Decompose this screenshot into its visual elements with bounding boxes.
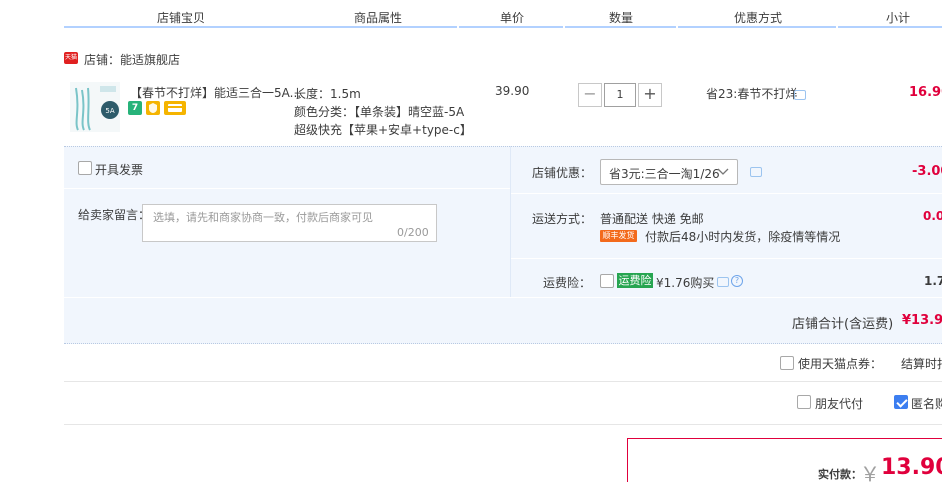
- points-note: 结算时扣: [901, 357, 942, 371]
- shipping-note: 付款后48小时内发货，除疫情等情况: [645, 230, 841, 244]
- shop-name-link[interactable]: 店铺：能适旗舰店: [84, 51, 180, 68]
- chat-icon[interactable]: [717, 277, 729, 287]
- insurance-tag: 运费险: [617, 273, 653, 288]
- panel-divider: [511, 258, 942, 259]
- message-placeholder: 选填，请先和商家协商一致，付款后商家可见: [153, 211, 373, 224]
- chat-icon[interactable]: [750, 167, 762, 177]
- header-underline: [565, 26, 676, 28]
- points-checkbox[interactable]: [780, 356, 794, 370]
- insurance-amount: 1.76: [924, 274, 942, 288]
- anonymous-checkbox[interactable]: [894, 395, 908, 409]
- anonymous-label: 匿名购买: [911, 397, 942, 411]
- panel-divider: [64, 188, 510, 189]
- panel-divider: [510, 146, 511, 297]
- help-icon[interactable]: ?: [731, 275, 743, 287]
- friend-pay-label: 朋友代付: [815, 397, 864, 411]
- header-attr: 商品属性: [354, 11, 403, 25]
- shop-discount-amount: -3.00: [912, 164, 942, 179]
- seven-day-return-icon: 7: [128, 101, 142, 115]
- header-item: 店铺宝贝: [157, 11, 206, 25]
- divider: [64, 424, 942, 425]
- header-qty: 数量: [609, 11, 634, 25]
- product-thumbnail[interactable]: 5A: [70, 82, 120, 132]
- header-price: 单价: [500, 11, 525, 25]
- shop-total-label: 店铺合计(含运费): [792, 317, 894, 332]
- sf-express-tag: 顺丰发货: [600, 230, 637, 242]
- payment-amount: 13.90: [881, 455, 942, 480]
- invoice-label: 开具发票: [95, 163, 144, 177]
- shipping-amount: 0.00: [923, 209, 942, 223]
- header-promo: 优惠方式: [734, 11, 783, 25]
- attr-color: 颜色分类：【单条装】晴空蓝-5A: [294, 105, 465, 119]
- header-underline: [459, 26, 563, 28]
- shop-discount-selected: 省3元:三合一淘1/26: [609, 167, 720, 181]
- seller-message-input[interactable]: 选填，请先和商家协商一致，付款后商家可见 0/200: [142, 204, 437, 242]
- attr-desc: 超级快充【苹果+安卓+type-c】: [294, 123, 472, 137]
- message-counter: 0/200: [397, 226, 429, 239]
- shipping-method: 普通配送 快递 免邮: [600, 212, 704, 226]
- divider: [64, 381, 942, 382]
- panel-divider: [64, 297, 942, 298]
- guarantee-icon: [146, 101, 160, 115]
- quantity-input[interactable]: 1: [604, 83, 636, 107]
- promo-text: 省23:春节不打烊: [706, 87, 798, 101]
- header-underline: [64, 26, 457, 28]
- item-subtotal: 16.90: [909, 85, 942, 100]
- currency-symbol: ￥: [860, 462, 880, 482]
- invoice-checkbox[interactable]: [78, 161, 92, 175]
- unit-price: 39.90: [495, 84, 530, 98]
- chevron-down-icon: [717, 168, 729, 175]
- increase-qty-button[interactable]: +: [638, 83, 662, 107]
- shipping-label: 运送方式：: [532, 212, 593, 226]
- attr-length: 长度：1.5m: [294, 87, 361, 101]
- chat-icon[interactable]: [794, 90, 806, 100]
- shop-discount-select[interactable]: 省3元:三合一淘1/26: [600, 159, 738, 185]
- shop-discount-label: 店铺优惠：: [532, 166, 593, 180]
- header-subtotal: 小计: [886, 11, 911, 25]
- friend-pay-checkbox[interactable]: [797, 395, 811, 409]
- tmall-icon: 天猫: [64, 52, 78, 64]
- insurance-checkbox[interactable]: [600, 274, 614, 288]
- points-label: 使用天猫点券：: [798, 357, 883, 371]
- panel-divider: [511, 193, 942, 194]
- header-underline: [678, 26, 836, 28]
- svg-text:5A: 5A: [105, 107, 114, 115]
- card-icon: [164, 101, 186, 115]
- insurance-price: ¥1.76购买: [656, 276, 715, 290]
- shop-total-amount: ¥13.90: [902, 313, 942, 328]
- payment-label: 实付款：: [818, 468, 862, 481]
- product-title-link[interactable]: 【春节不打烊】能适三合一5A...: [130, 84, 301, 101]
- insurance-label: 运费险：: [543, 276, 592, 290]
- header-underline: [838, 26, 942, 28]
- decrease-qty-button[interactable]: −: [578, 83, 602, 107]
- message-label: 给卖家留言：: [78, 208, 151, 222]
